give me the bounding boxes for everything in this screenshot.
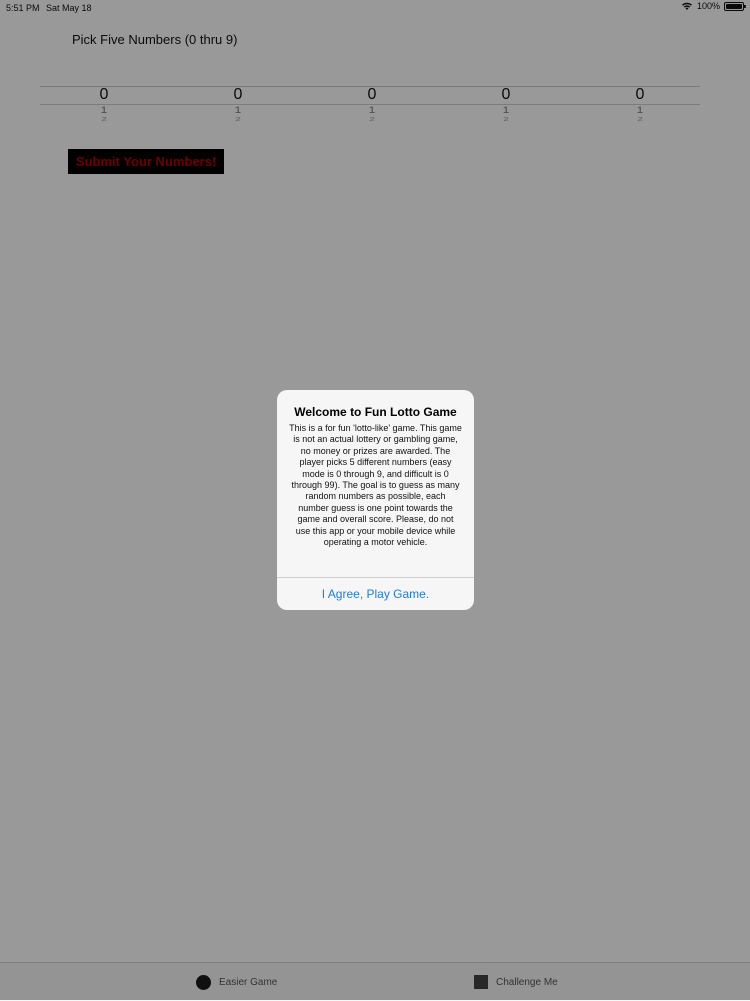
alert-title: Welcome to Fun Lotto Game (294, 405, 457, 419)
welcome-alert: Welcome to Fun Lotto Game This is a for … (277, 390, 474, 610)
agree-play-game-button[interactable]: I Agree, Play Game. (277, 578, 474, 610)
alert-message: This is a for fun 'lotto-like' game. Thi… (289, 423, 462, 548)
